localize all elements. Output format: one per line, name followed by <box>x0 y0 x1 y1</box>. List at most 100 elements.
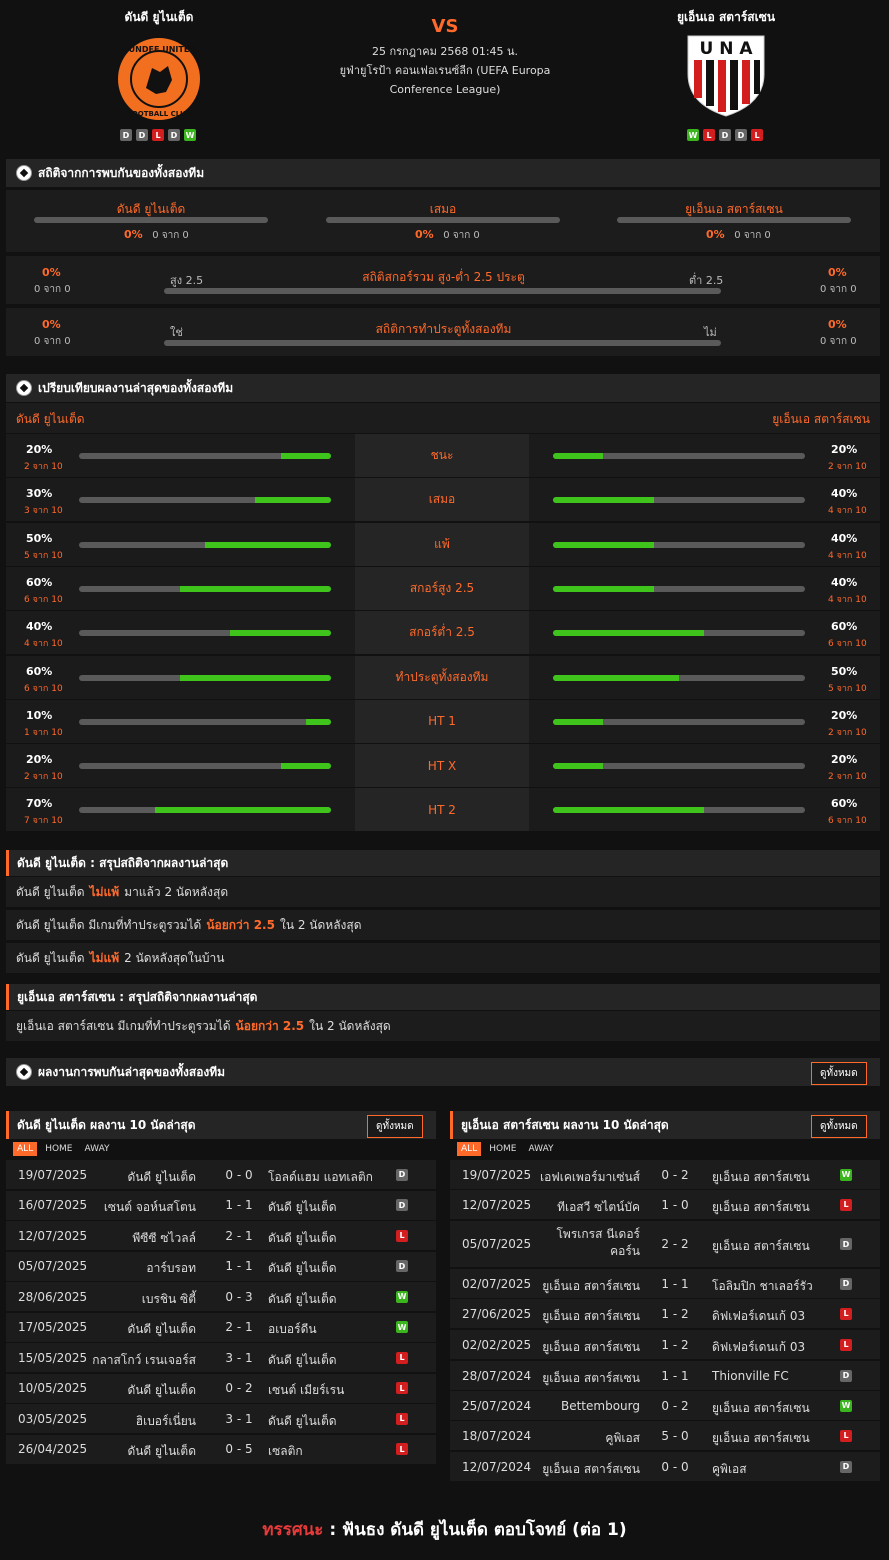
match-home-team[interactable]: อาร์บรอท <box>46 1259 196 1278</box>
away-form: W L D D L <box>687 129 763 141</box>
match-row[interactable]: 26/04/2025 ดันดี ยูไนเต็ด 0 - 5 เซลติก L <box>6 1434 436 1464</box>
home-bar-fill <box>280 453 331 459</box>
match-home-team[interactable]: เอฟเคเพอร์มาเซ่นส์ <box>490 1168 640 1187</box>
match-away-team[interactable]: ดันดี ยูไนเต็ด <box>268 1290 337 1309</box>
tab-all[interactable]: ALL <box>13 1142 38 1156</box>
tab-away[interactable]: AWAY <box>81 1142 114 1156</box>
match-away-team[interactable]: เซลติก <box>268 1442 303 1461</box>
compare-row: 20% 2 จาก 10 ชนะ 20% 2 จาก 10 <box>6 434 880 478</box>
match-row[interactable]: 02/07/2025 ยูเอ็นเอ สตาร์สเซน 1 - 1 โอลิมปิ… <box>450 1269 880 1298</box>
match-row[interactable]: 16/07/2025 เซนต์ จอห์นสโตน 1 - 1 ดันดี ยูไน… <box>6 1190 436 1220</box>
match-score: 1 - 0 <box>661 1197 689 1212</box>
match-home-team[interactable]: ดันดี ยูไนเต็ด <box>46 1442 196 1461</box>
h2h-draw-pct: 0% <box>415 228 434 241</box>
match-away-team[interactable]: อเบอร์ดีน <box>268 1320 317 1339</box>
match-score: 2 - 1 <box>225 1320 253 1334</box>
away-pct: 40% <box>831 575 858 589</box>
match-home-team[interactable]: เซนต์ จอห์นสโตน <box>46 1198 196 1217</box>
match-away-team[interactable]: ดิฟเฟอร์เดนเก้ 03 <box>712 1338 805 1357</box>
match-home-team[interactable]: ดันดี ยูไนเต็ด <box>46 1381 196 1400</box>
home-table-tabs: ALL HOME AWAY <box>13 1142 114 1156</box>
away-sub: 4 จาก 10 <box>828 550 867 561</box>
match-row[interactable]: 27/06/2025 ยูเอ็นเอ สตาร์สเซน 1 - 2 ดิฟเฟอร… <box>450 1299 880 1328</box>
match-home-team[interactable]: ยูเอ็นเอ สตาร์สเซน <box>490 1460 640 1479</box>
match-row[interactable]: 03/05/2025 ฮิเบอร์เนี่ยน 3 - 1 ดันดี ยูไนเต… <box>6 1404 436 1433</box>
match-away-team[interactable]: ยูเอ็นเอ สตาร์สเซน <box>712 1237 810 1256</box>
away-team-name[interactable]: ยูเอ็นเอ สตาร์สเซน <box>626 8 826 27</box>
form-badge: L <box>152 129 164 141</box>
match-row[interactable]: 15/05/2025 กลาสโกว์ เรนเจอร์ส 3 - 1 ดันดี ย… <box>6 1343 436 1372</box>
match-home-team[interactable]: โพรเกรส นีเดอร์ คอร์น <box>490 1226 640 1260</box>
match-home-team[interactable]: ฮิเบอร์เนี่ยน <box>46 1412 196 1431</box>
home-bar <box>79 718 331 725</box>
away-bar-fill <box>553 807 705 814</box>
match-away-team[interactable]: ยูเอ็นเอ สตาร์สเซน <box>712 1168 810 1187</box>
match-row[interactable]: 02/02/2025 ยูเอ็นเอ สตาร์สเซน 1 - 2 ดิฟเฟอร… <box>450 1330 880 1359</box>
tab-all[interactable]: ALL <box>457 1142 482 1156</box>
btts-right-pct: 0% <box>828 318 847 331</box>
compare-row: 20% 2 จาก 10 HT X 20% 2 จาก 10 <box>6 744 880 789</box>
form-badge: D <box>719 129 731 141</box>
result-badge: L <box>840 1338 852 1351</box>
match-row[interactable]: 19/07/2025 เอฟเคเพอร์มาเซ่นส์ 0 - 2 ยูเอ็นเ… <box>450 1160 880 1189</box>
match-row[interactable]: 12/07/2025 ทีเอสวี ซไตน์บัค 1 - 0 ยูเอ็นเอ … <box>450 1190 880 1219</box>
match-home-team[interactable]: ยูเอ็นเอ สตาร์สเซน <box>490 1307 640 1326</box>
away-bar-fill <box>553 453 604 459</box>
match-home-team[interactable]: กลาสโกว์ เรนเจอร์ส <box>46 1351 196 1370</box>
match-away-team[interactable]: โอลิมปิก ชาเลอร์รัว <box>712 1277 813 1296</box>
match-row[interactable]: 17/05/2025 ดันดี ยูไนเต็ด 2 - 1 อเบอร์ดีน W <box>6 1312 436 1342</box>
match-row[interactable]: 28/06/2025 เบรชิน ซิตี้ 0 - 3 ดันดี ยูไนเต็… <box>6 1282 436 1311</box>
home-team-name[interactable]: ดันดี ยูไนเต็ด <box>59 8 259 27</box>
match-row[interactable]: 05/07/2025 โพรเกรส นีเดอร์ คอร์น 2 - 2 ยูเอ็… <box>450 1221 880 1267</box>
tab-away[interactable]: AWAY <box>525 1142 558 1156</box>
match-away-team[interactable]: ดันดี ยูไนเต็ด <box>268 1412 337 1431</box>
match-away-team[interactable]: ดันดี ยูไนเต็ด <box>268 1198 337 1217</box>
tab-home[interactable]: HOME <box>485 1142 520 1156</box>
home-sub: 2 จาก 10 <box>24 772 63 783</box>
match-home-team[interactable]: ดันดี ยูไนเต็ด <box>46 1320 196 1339</box>
match-away-team[interactable]: ยูเอ็นเอ สตาร์สเซน <box>712 1399 810 1418</box>
home-view-all-button[interactable]: ดูทั้งหมด <box>367 1115 423 1138</box>
away-team-logo: U N A <box>687 35 765 117</box>
match-home-team[interactable]: เบรชิน ซิตี้ <box>46 1290 196 1309</box>
match-home-team[interactable]: ยูเอ็นเอ สตาร์สเซน <box>490 1338 640 1357</box>
match-home-team[interactable]: ยูเอ็นเอ สตาร์สเซน <box>490 1369 640 1388</box>
match-row[interactable]: 18/07/2024 คูพิเอส 5 - 0 ยูเอ็นเอ สตาร์สเซน… <box>450 1421 880 1450</box>
away-view-all-button[interactable]: ดูทั้งหมด <box>811 1115 867 1138</box>
match-home-team[interactable]: ทีเอสวี ซไตน์บัค <box>490 1198 640 1217</box>
match-home-team[interactable]: คูพิเอส <box>490 1429 640 1448</box>
match-home-team[interactable]: พีซีซี ซไวลล์ <box>46 1229 196 1248</box>
match-row[interactable]: 12/07/2024 ยูเอ็นเอ สตาร์สเซน 0 - 0 คูพิเอส… <box>450 1452 880 1481</box>
match-home-team[interactable]: ดันดี ยูไนเต็ด <box>46 1168 196 1187</box>
match-away-team[interactable]: ดันดี ยูไนเต็ด <box>268 1259 337 1278</box>
compare-away-label: ยูเอ็นเอ สตาร์สเซน <box>772 412 870 426</box>
tab-home[interactable]: HOME <box>41 1142 76 1156</box>
match-away-team[interactable]: โอลด์แฮม แอทเลติก <box>268 1168 373 1187</box>
match-row[interactable]: 25/07/2024 Bettembourg 0 - 2 ยูเอ็นเอ สตาร์… <box>450 1391 880 1420</box>
h2h-draw-sub: 0 จาก 0 <box>443 230 480 241</box>
match-away-team[interactable]: ดันดี ยูไนเต็ด <box>268 1351 337 1370</box>
match-away-team[interactable]: ดิฟเฟอร์เดนเก้ 03 <box>712 1307 805 1326</box>
match-row[interactable]: 28/07/2024 ยูเอ็นเอ สตาร์สเซน 1 - 1 Thionvi… <box>450 1361 880 1390</box>
match-away-team[interactable]: เซนต์ เมียร์เรน <box>268 1381 344 1400</box>
match-away-team[interactable]: Thionville FC <box>712 1369 789 1383</box>
home-sub: 6 จาก 10 <box>24 594 63 605</box>
compare-label: HT 2 <box>355 788 529 832</box>
match-row[interactable]: 10/05/2025 ดันดี ยูไนเต็ด 0 - 2 เซนต์ เมียร… <box>6 1373 436 1403</box>
match-home-team[interactable]: ยูเอ็นเอ สตาร์สเซน <box>490 1277 640 1296</box>
match-row[interactable]: 05/07/2025 อาร์บรอท 1 - 1 ดันดี ยูไนเต็ด D <box>6 1251 436 1281</box>
match-row[interactable]: 19/07/2025 ดันดี ยูไนเต็ด 0 - 0 โอลด์แฮม แอ… <box>6 1160 436 1189</box>
match-score: 0 - 3 <box>225 1289 253 1304</box>
verdict: ทรรศนะ : ฟันธง ดันดี ยูไนเต็ด ตอบโจทย์ (… <box>0 1516 889 1543</box>
match-score: 1 - 1 <box>225 1198 253 1212</box>
match-away-team[interactable]: ยูเอ็นเอ สตาร์สเซน <box>712 1429 810 1448</box>
match-away-team[interactable]: คูพิเอส <box>712 1460 747 1479</box>
match-row[interactable]: 12/07/2025 พีซีซี ซไวลล์ 2 - 1 ดันดี ยูไนเต… <box>6 1221 436 1250</box>
recent-view-all-button[interactable]: ดูทั้งหมด <box>811 1062 867 1085</box>
svg-text:FOOTBALL CLUB: FOOTBALL CLUB <box>127 110 191 118</box>
match-away-team[interactable]: ยูเอ็นเอ สตาร์สเซน <box>712 1198 810 1217</box>
match-home-team[interactable]: Bettembourg <box>490 1399 640 1413</box>
vs-label: VS <box>431 16 459 37</box>
h2h-section-title: สถิติจากการพบกันของทั้งสองทีม <box>6 159 880 187</box>
match-away-team[interactable]: ดันดี ยูไนเต็ด <box>268 1229 337 1248</box>
